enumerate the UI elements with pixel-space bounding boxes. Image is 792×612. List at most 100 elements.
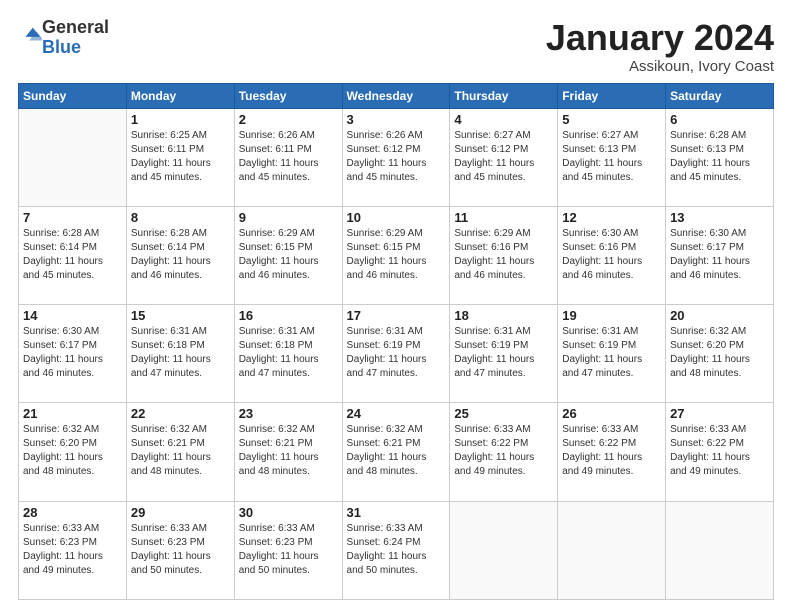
daylight: Daylight: 11 hours and 45 minutes. bbox=[347, 158, 427, 183]
sunset: Sunset: 6:19 PM bbox=[454, 340, 528, 351]
daylight: Daylight: 11 hours and 48 minutes. bbox=[670, 354, 750, 379]
sunrise: Sunrise: 6:31 AM bbox=[454, 326, 530, 337]
day-number: 18 bbox=[454, 308, 553, 323]
sunset: Sunset: 6:17 PM bbox=[670, 242, 744, 253]
table-row: 15Sunrise: 6:31 AMSunset: 6:18 PMDayligh… bbox=[126, 305, 234, 403]
sunrise: Sunrise: 6:32 AM bbox=[347, 424, 423, 435]
sunrise: Sunrise: 6:30 AM bbox=[562, 228, 638, 239]
sunrise: Sunrise: 6:30 AM bbox=[670, 228, 746, 239]
daylight: Daylight: 11 hours and 50 minutes. bbox=[131, 551, 211, 576]
day-number: 20 bbox=[670, 308, 769, 323]
table-row: 11Sunrise: 6:29 AMSunset: 6:16 PMDayligh… bbox=[450, 206, 558, 304]
sunrise: Sunrise: 6:31 AM bbox=[347, 326, 423, 337]
day-number: 1 bbox=[131, 112, 230, 127]
day-number: 29 bbox=[131, 505, 230, 520]
sunset: Sunset: 6:15 PM bbox=[239, 242, 313, 253]
day-info: Sunrise: 6:33 AMSunset: 6:24 PMDaylight:… bbox=[347, 522, 446, 578]
table-row: 7Sunrise: 6:28 AMSunset: 6:14 PMDaylight… bbox=[19, 206, 127, 304]
day-info: Sunrise: 6:32 AMSunset: 6:21 PMDaylight:… bbox=[347, 423, 446, 479]
daylight: Daylight: 11 hours and 49 minutes. bbox=[23, 551, 103, 576]
page: General Blue January 2024 Assikoun, Ivor… bbox=[0, 0, 792, 612]
logo: General Blue bbox=[18, 18, 109, 58]
table-row: 12Sunrise: 6:30 AMSunset: 6:16 PMDayligh… bbox=[558, 206, 666, 304]
daylight: Daylight: 11 hours and 49 minutes. bbox=[454, 452, 534, 477]
sunset: Sunset: 6:19 PM bbox=[347, 340, 421, 351]
table-row: 24Sunrise: 6:32 AMSunset: 6:21 PMDayligh… bbox=[342, 403, 450, 501]
daylight: Daylight: 11 hours and 46 minutes. bbox=[23, 354, 103, 379]
daylight: Daylight: 11 hours and 47 minutes. bbox=[454, 354, 534, 379]
day-info: Sunrise: 6:31 AMSunset: 6:19 PMDaylight:… bbox=[562, 325, 661, 381]
sunrise: Sunrise: 6:27 AM bbox=[562, 130, 638, 141]
day-number: 26 bbox=[562, 406, 661, 421]
table-row bbox=[558, 501, 666, 599]
day-info: Sunrise: 6:26 AMSunset: 6:11 PMDaylight:… bbox=[239, 129, 338, 185]
logo-blue-text: Blue bbox=[42, 37, 81, 57]
daylight: Daylight: 11 hours and 49 minutes. bbox=[562, 452, 642, 477]
sunset: Sunset: 6:23 PM bbox=[131, 537, 205, 548]
table-row: 10Sunrise: 6:29 AMSunset: 6:15 PMDayligh… bbox=[342, 206, 450, 304]
day-info: Sunrise: 6:33 AM Sunset: 6:22 PM Daylight:… bbox=[454, 423, 553, 479]
day-info: Sunrise: 6:27 AM Sunset: 6:13 PM Daylight:… bbox=[562, 129, 661, 185]
table-row: 14Sunrise: 6:30 AMSunset: 6:17 PMDayligh… bbox=[19, 305, 127, 403]
sunset: Sunset: 6:16 PM bbox=[562, 242, 636, 253]
header-sunday: Sunday bbox=[19, 83, 127, 108]
day-number: 9 bbox=[239, 210, 338, 225]
day-number: 25 bbox=[454, 406, 553, 421]
daylight: Daylight: 11 hours and 48 minutes. bbox=[23, 452, 103, 477]
daylight: Daylight: 11 hours and 47 minutes. bbox=[562, 354, 642, 379]
table-row: 28Sunrise: 6:33 AMSunset: 6:23 PMDayligh… bbox=[19, 501, 127, 599]
day-info: Sunrise: 6:31 AMSunset: 6:19 PMDaylight:… bbox=[347, 325, 446, 381]
table-row bbox=[19, 108, 127, 206]
day-number: 22 bbox=[131, 406, 230, 421]
table-row: 1Sunrise: 6:25 AMSunset: 6:11 PMDaylight… bbox=[126, 108, 234, 206]
sunrise: Sunrise: 6:32 AM bbox=[239, 424, 315, 435]
day-number: 17 bbox=[347, 308, 446, 323]
daylight: Daylight: 11 hours and 49 minutes. bbox=[670, 452, 750, 477]
sunrise: Sunrise: 6:32 AM bbox=[670, 326, 746, 337]
table-row: 2 Sunrise: 6:26 AMSunset: 6:11 PMDaylight… bbox=[234, 108, 342, 206]
day-number: 3 bbox=[347, 112, 446, 127]
daylight: Daylight: 11 hours and 46 minutes. bbox=[454, 256, 534, 281]
table-row: 19Sunrise: 6:31 AMSunset: 6:19 PMDayligh… bbox=[558, 305, 666, 403]
sunrise: Sunrise: 6:33 AM bbox=[670, 424, 746, 435]
sunset: Sunset: 6:22 PM bbox=[454, 438, 528, 449]
header-wednesday: Wednesday bbox=[342, 83, 450, 108]
day-number: 23 bbox=[239, 406, 338, 421]
day-info: Sunrise: 6:31 AMSunset: 6:18 PMDaylight:… bbox=[239, 325, 338, 381]
sunrise: Sunrise: 6:33 AM bbox=[454, 424, 530, 435]
sunset: Sunset: 6:13 PM bbox=[562, 144, 636, 155]
daylight: Daylight: 11 hours and 45 minutes. bbox=[670, 158, 750, 183]
sunset: Sunset: 6:22 PM bbox=[562, 438, 636, 449]
table-row: 20Sunrise: 6:32 AMSunset: 6:20 PMDayligh… bbox=[666, 305, 774, 403]
day-number: 12 bbox=[562, 210, 661, 225]
title-area: January 2024 Assikoun, Ivory Coast bbox=[546, 18, 774, 75]
daylight: Daylight: 11 hours and 46 minutes. bbox=[670, 256, 750, 281]
sunset: Sunset: 6:12 PM bbox=[347, 144, 421, 155]
sunrise: Sunrise: 6:33 AM bbox=[23, 523, 99, 534]
day-info: Sunrise: 6:29 AM Sunset: 6:16 PM Daylight:… bbox=[454, 227, 553, 283]
weekday-header-row: Sunday Monday Tuesday Wednesday Thursday… bbox=[19, 83, 774, 108]
daylight: Daylight: 11 hours and 50 minutes. bbox=[239, 551, 319, 576]
sunset: Sunset: 6:17 PM bbox=[23, 340, 97, 351]
header-friday: Friday bbox=[558, 83, 666, 108]
day-info: Sunrise: 6:32 AMSunset: 6:20 PMDaylight:… bbox=[23, 423, 122, 479]
daylight: Daylight: 11 hours and 45 minutes. bbox=[562, 158, 642, 183]
daylight: Daylight: 11 hours and 48 minutes. bbox=[239, 452, 319, 477]
day-info: Sunrise: 6:26 AMSunset: 6:12 PMDaylight:… bbox=[347, 129, 446, 185]
day-number: 31 bbox=[347, 505, 446, 520]
sunrise: Sunrise: 6:29 AM bbox=[454, 228, 530, 239]
sunset: Sunset: 6:23 PM bbox=[23, 537, 97, 548]
sunrise: Sunrise: 6:25 AM bbox=[131, 130, 207, 141]
sunset: Sunset: 6:16 PM bbox=[454, 242, 528, 253]
day-number: 2 bbox=[239, 112, 338, 127]
sunset: Sunset: 6:18 PM bbox=[239, 340, 313, 351]
calendar-week-row-4: 28Sunrise: 6:33 AMSunset: 6:23 PMDayligh… bbox=[19, 501, 774, 599]
sunset: Sunset: 6:24 PM bbox=[347, 537, 421, 548]
day-info: Sunrise: 6:30 AMSunset: 6:16 PMDaylight:… bbox=[562, 227, 661, 283]
header-saturday: Saturday bbox=[666, 83, 774, 108]
sunset: Sunset: 6:12 PM bbox=[454, 144, 528, 155]
sunset: Sunset: 6:21 PM bbox=[347, 438, 421, 449]
sunrise: Sunrise: 6:28 AM bbox=[670, 130, 746, 141]
sunrise: Sunrise: 6:28 AM bbox=[23, 228, 99, 239]
daylight: Daylight: 11 hours and 47 minutes. bbox=[131, 354, 211, 379]
